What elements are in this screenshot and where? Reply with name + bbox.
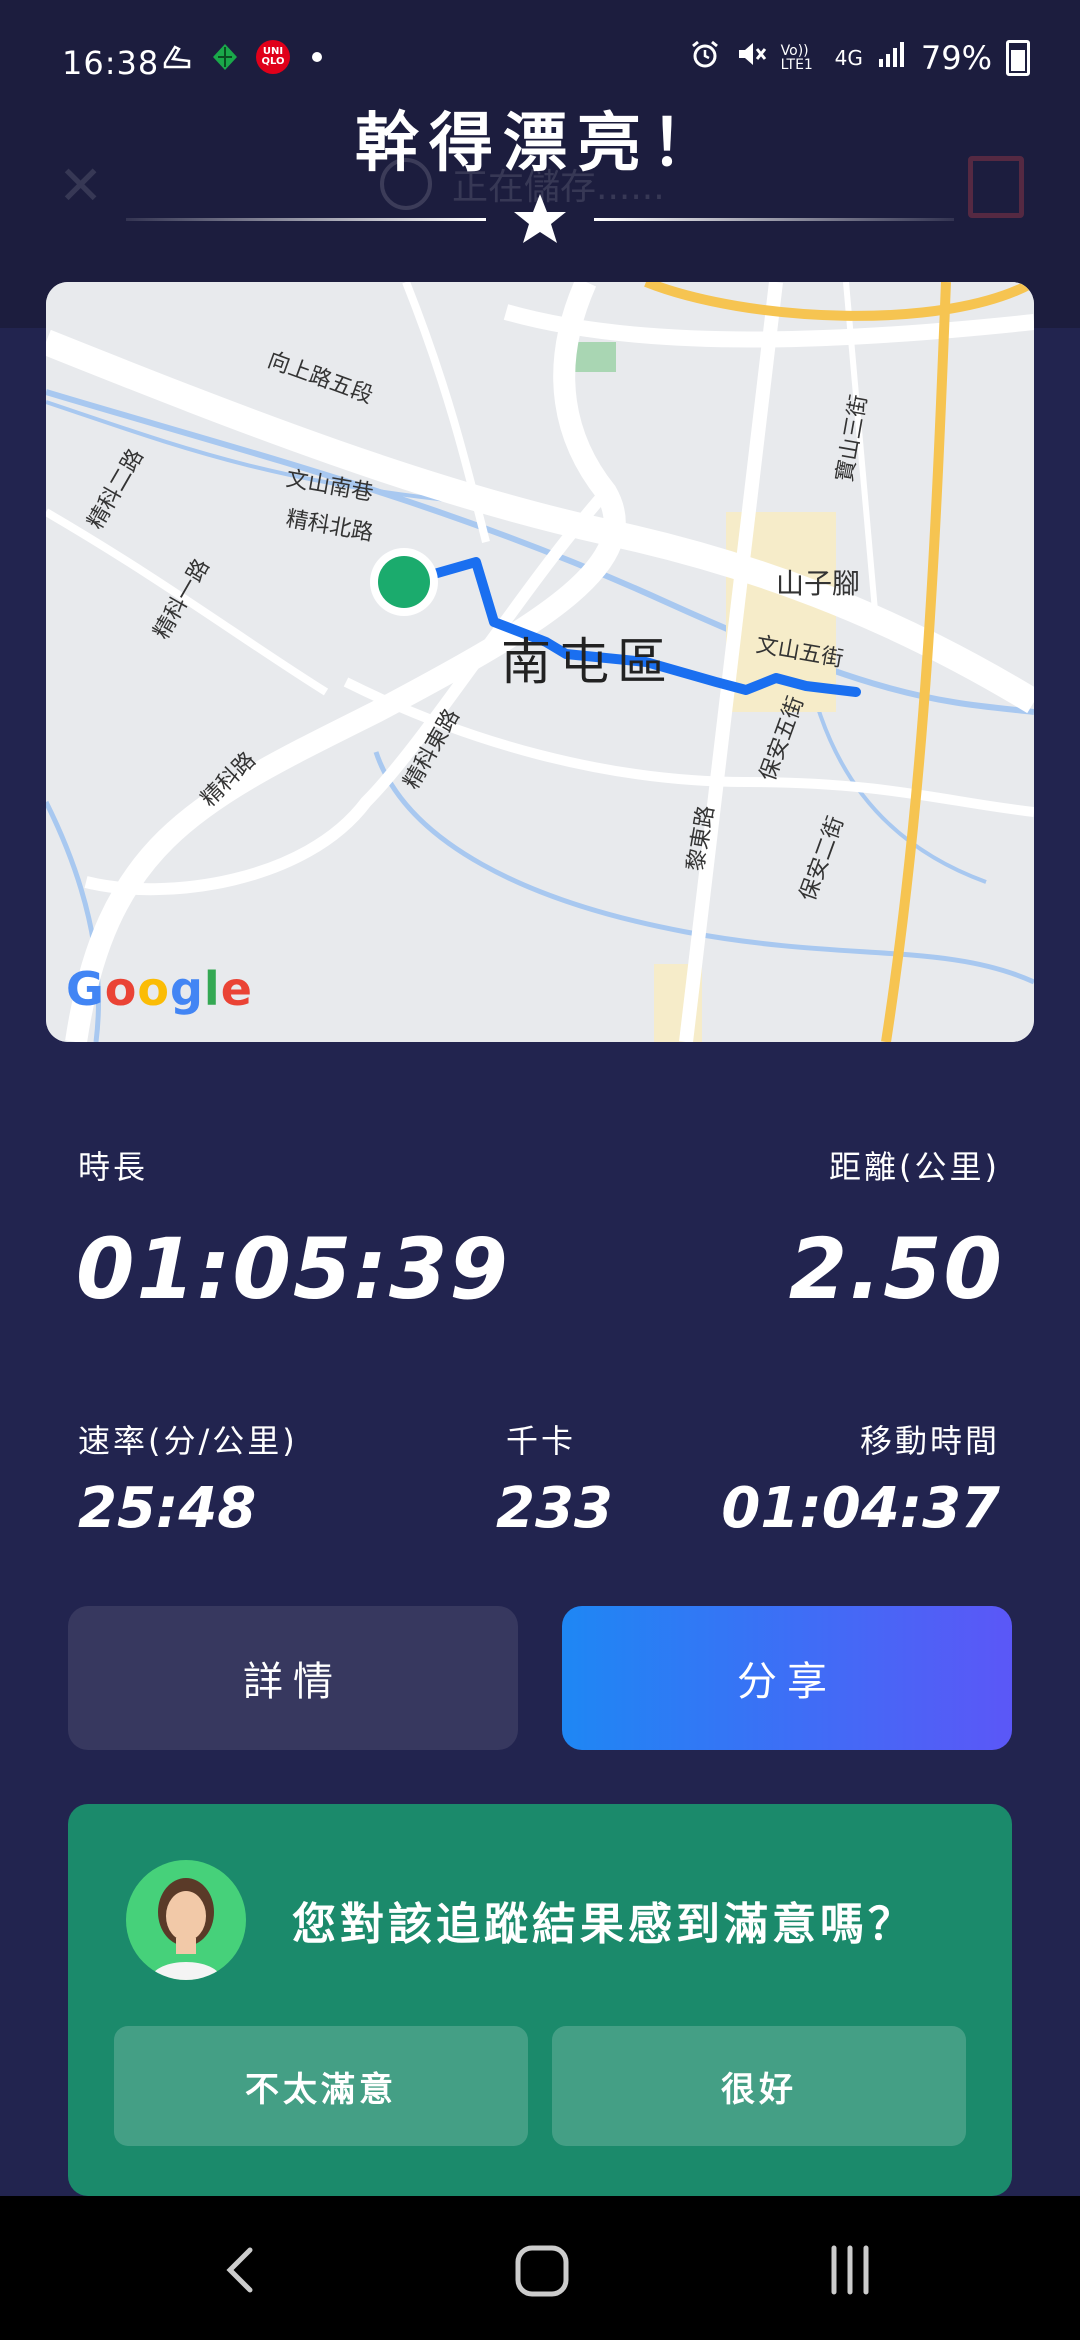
signal-icon — [877, 39, 907, 76]
feedback-question: 您對該追蹤結果感到滿意嗎？ — [292, 1899, 916, 1950]
feedback-card: 您對該追蹤結果感到滿意嗎？ 不太滿意 很好 — [68, 1804, 1012, 2196]
battery-icon — [1006, 39, 1030, 76]
system-nav-bar — [0, 2196, 1080, 2340]
system-icons: Vo)) LTE1 4G 79% — [689, 38, 1030, 77]
feedback-not-satisfied-button[interactable]: 不太滿意 — [114, 2026, 528, 2146]
distance-label: 距離(公里) — [829, 1148, 1000, 1186]
pace-value: 25:48 — [78, 1476, 257, 1541]
leaf-app-icon — [208, 40, 242, 74]
home-icon[interactable] — [512, 2240, 572, 2300]
back-icon[interactable] — [212, 2240, 272, 2300]
feedback-good-button[interactable]: 很好 — [552, 2026, 966, 2146]
google-attribution: Google — [66, 962, 253, 1016]
mute-icon — [735, 38, 767, 77]
shoe-app-icon — [160, 40, 194, 74]
volte-indicator: Vo)) LTE1 — [780, 42, 813, 73]
map-area-label: 山子腳 — [776, 567, 861, 600]
kcal-value: 233 — [496, 1476, 613, 1541]
alarm-icon — [689, 38, 721, 77]
route-map[interactable]: 南屯區 向上路五段 文山南巷 精科北路 精科二路 精科一路 精科路 精科東路 山… — [46, 282, 1034, 1042]
more-notifications-dot — [312, 52, 322, 62]
notification-icons: UNI QLO — [160, 40, 322, 74]
congrats-title: 幹得漂亮！ — [355, 107, 725, 181]
divider-right — [594, 218, 954, 221]
kcal-label: 千卡 — [506, 1422, 577, 1460]
moving-time-value: 01:04:37 — [721, 1476, 1000, 1541]
status-time: 16:38 — [62, 44, 160, 82]
share-button[interactable]: 分享 — [562, 1606, 1012, 1750]
pace-label: 速率(分/公里) — [78, 1422, 298, 1460]
district-label: 南屯區 — [501, 633, 675, 691]
star-icon — [514, 194, 566, 243]
recents-icon[interactable] — [820, 2240, 880, 2300]
moving-time-label: 移動時間 — [859, 1422, 1000, 1460]
network-indicator: 4G — [834, 45, 863, 70]
top-header: 16:38 UNI QLO Vo)) LTE1 4G 79% ✕ 正在儲存...… — [0, 0, 1080, 328]
duration-value: 01:05:39 — [76, 1220, 510, 1318]
details-button[interactable]: 詳情 — [68, 1606, 518, 1750]
avatar — [126, 1860, 246, 1980]
uniqlo-app-icon: UNI QLO — [256, 40, 290, 74]
divider-left — [126, 218, 486, 221]
duration-label: 時長 — [78, 1148, 149, 1186]
distance-value: 2.50 — [788, 1220, 1004, 1318]
battery-percent: 79% — [920, 38, 992, 77]
